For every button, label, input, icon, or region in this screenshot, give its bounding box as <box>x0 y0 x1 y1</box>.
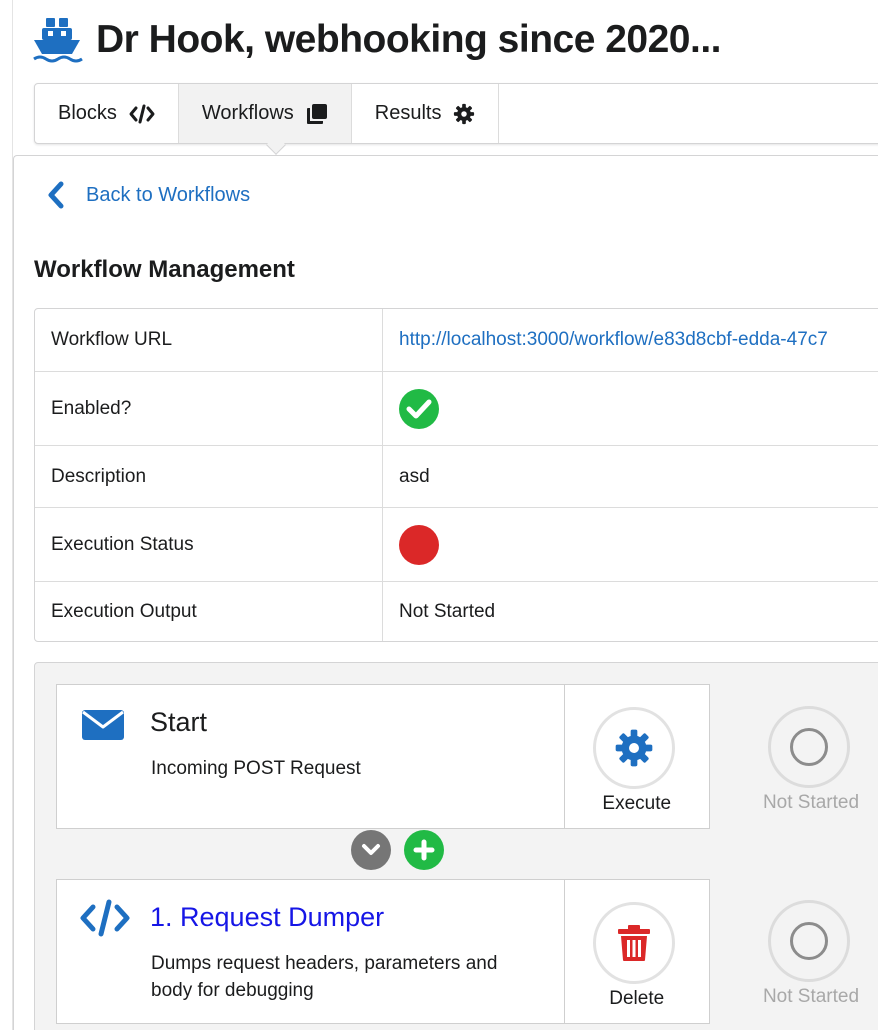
code-icon <box>129 104 155 123</box>
clone-icon <box>306 103 327 124</box>
check-circle-icon <box>399 388 439 429</box>
trash-icon <box>618 925 651 961</box>
table-row: Description asd <box>35 445 878 507</box>
delete-button[interactable] <box>593 902 676 984</box>
menu-item-label: Results <box>374 102 442 124</box>
row-value <box>383 507 878 581</box>
chevron-left-icon <box>48 181 64 209</box>
table-row: Execution Output Not Started <box>35 581 878 641</box>
collapse-connector-button[interactable] <box>351 830 391 870</box>
menu-item-blocks[interactable]: Blocks <box>35 84 179 143</box>
block-action: Execute <box>565 685 709 828</box>
status-not-started-icon <box>768 706 850 788</box>
row-key: Workflow URL <box>35 309 383 371</box>
workflow-block-request-dumper: 1. Request Dumper Dumps request headers,… <box>56 879 710 1024</box>
main-menu: Blocks Workflows Results <box>34 83 878 144</box>
block-description: Incoming POST Request <box>151 758 361 779</box>
table-row: Workflow URL http://localhost:3000/workf… <box>35 309 878 371</box>
delete-label[interactable]: Delete <box>565 988 708 1010</box>
section-title: Workflow Management <box>34 256 295 283</box>
workflow-info-table: Workflow URL http://localhost:3000/workf… <box>34 308 878 642</box>
menu-item-results[interactable]: Results <box>352 84 500 143</box>
red-status-dot <box>399 524 439 565</box>
workflow-url-link[interactable]: http://localhost:3000/workflow/e83d8cbf-… <box>399 329 828 350</box>
back-link-label: Back to Workflows <box>86 183 251 206</box>
block-status: Not Started <box>762 986 860 1007</box>
menu-item-label: Workflows <box>201 102 294 124</box>
block-main: 1. Request Dumper Dumps request headers,… <box>57 880 566 1023</box>
table-row: Enabled? <box>35 371 878 445</box>
row-value <box>383 371 878 445</box>
plus-icon <box>413 839 435 861</box>
menu-item-workflows[interactable]: Workflows <box>178 84 352 143</box>
menu-item-label: Blocks <box>58 102 117 124</box>
code-icon <box>80 899 130 937</box>
app-header: Dr Hook, webhooking since 2020... <box>32 12 722 68</box>
block-title-link[interactable]: 1. Request Dumper <box>150 902 384 933</box>
block-title: Start <box>150 707 208 737</box>
app-title: Dr Hook, webhooking since 2020... <box>96 18 722 61</box>
back-to-workflows-link[interactable]: Back to Workflows <box>46 181 250 209</box>
workflow-block-start: Start Incoming POST Request Execute <box>56 684 710 829</box>
status-not-started-icon <box>768 900 850 982</box>
gear-icon <box>615 729 653 767</box>
row-value: http://localhost:3000/workflow/e83d8cbf-… <box>383 309 878 371</box>
block-main: Start Incoming POST Request <box>57 685 566 828</box>
row-key: Execution Output <box>35 581 383 641</box>
block-action: Delete <box>565 880 709 1023</box>
block-status: Not Started <box>762 792 860 813</box>
gear-icon <box>454 103 475 124</box>
execution-output-value: Not Started <box>383 581 878 641</box>
add-block-button[interactable] <box>404 830 444 870</box>
description-value: asd <box>383 445 878 507</box>
row-key: Execution Status <box>35 507 383 581</box>
ship-icon <box>33 18 83 63</box>
execute-label[interactable]: Execute <box>565 793 708 815</box>
chevron-down-icon <box>362 844 380 855</box>
envelope-icon <box>82 710 124 740</box>
table-row: Execution Status <box>35 507 878 581</box>
execute-button[interactable] <box>593 707 676 789</box>
block-description: Dumps request headers, parameters and bo… <box>151 953 498 1001</box>
row-key: Enabled? <box>35 371 383 445</box>
row-key: Description <box>35 445 383 507</box>
